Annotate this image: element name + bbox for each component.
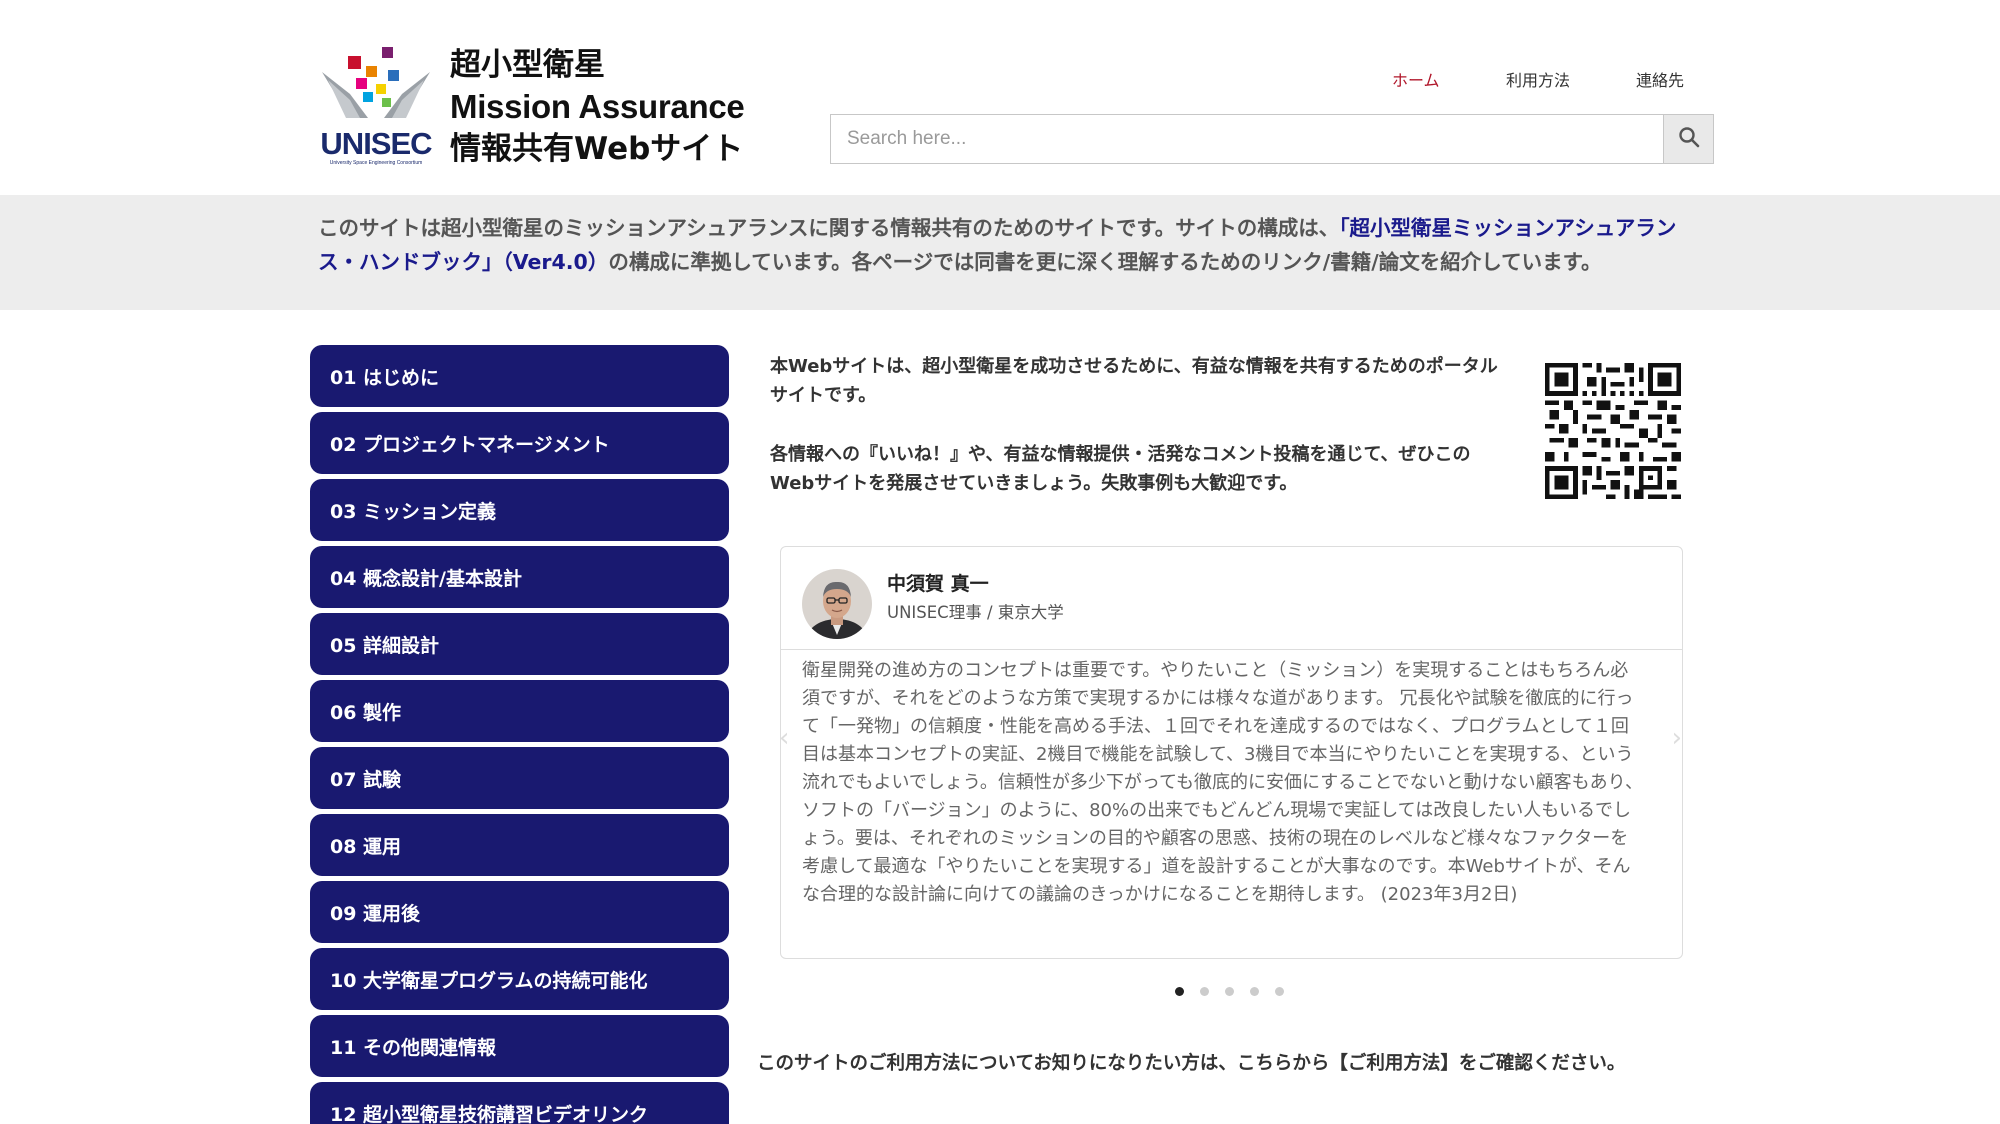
nav-usage-link[interactable]: 利用方法 (1506, 68, 1570, 94)
author-name: 中須賀 真一 (887, 573, 989, 595)
site-header: UNISEC University Space Engineering Cons… (0, 0, 2000, 195)
carousel-dots (1175, 987, 1284, 996)
sidebar-item-04[interactable]: 04 概念設計/基本設計 (310, 546, 729, 608)
intro-band-text-before: このサイトは超小型衛星のミッションアシュアランスに関する情報共有のためのサイトで… (318, 216, 1340, 240)
nav-contact-link[interactable]: 連絡先 (1636, 68, 1684, 94)
sidebar-item-12[interactable]: 12 超小型衛星技術講習ビデオリンク (310, 1082, 729, 1124)
intro-paragraph-1: 本Webサイトは、超小型衛星を成功させるために、有益な情報を共有するためのポータ… (770, 356, 1498, 406)
intro-paragraph-2: 各情報への『いいね！』や、有益な情報提供・活発なコメント投稿を通じて、ぜひこのW… (770, 444, 1471, 494)
logo-text: UNISEC (320, 126, 432, 161)
search-button[interactable] (1663, 115, 1713, 163)
avatar (802, 569, 872, 639)
carousel-dot-3[interactable] (1225, 987, 1234, 996)
carousel-dot-5[interactable] (1275, 987, 1284, 996)
search-icon (1677, 125, 1701, 153)
sidebar-item-05[interactable]: 05 詳細設計 (310, 613, 729, 675)
site-title-line3: 情報共有Webサイト (450, 131, 744, 167)
sidebar-item-09[interactable]: 09 運用後 (310, 881, 729, 943)
intro-band-text-after: の構成に準拠しています。各ページでは同書を更に深く理解するためのリンク/書籍/論… (608, 250, 1602, 274)
chevron-left-icon[interactable]: ‹ (779, 723, 789, 753)
intro-band-text: このサイトは超小型衛星のミッションアシュアランスに関する情報共有のためのサイトで… (318, 211, 1688, 279)
sidebar-item-11[interactable]: 11 その他関連情報 (310, 1015, 729, 1077)
sidebar-item-10[interactable]: 10 大学衛星プログラムの持続可能化 (310, 948, 729, 1010)
testimonial-header: 中須賀 真一 UNISEC理事 / 東京大学 (781, 547, 1682, 650)
search-bar (830, 114, 1714, 164)
chevron-right-icon[interactable]: › (1672, 723, 1682, 753)
carousel-dot-4[interactable] (1250, 987, 1259, 996)
testimonial-card: 中須賀 真一 UNISEC理事 / 東京大学 衛星開発の進め方のコンセプトは重要… (779, 546, 1683, 959)
testimonial-text: 衛星開発の進め方のコンセプトは重要です。やりたいこと（ミッション）を実現すること… (802, 660, 1643, 905)
sidebar-item-03[interactable]: 03 ミッション定義 (310, 479, 729, 541)
unisec-logo[interactable]: UNISEC University Space Engineering Cons… (320, 44, 433, 168)
carousel-dot-1[interactable] (1175, 987, 1184, 996)
sidebar-item-07[interactable]: 07 試験 (310, 747, 729, 809)
usage-footnote[interactable]: このサイトのご利用方法についてお知りになりたい方は、こちらから【ご利用方法】をご… (757, 1049, 1625, 1075)
intro-text: 本Webサイトは、超小型衛星を成功させるために、有益な情報を共有するためのポータ… (770, 352, 1505, 498)
sidebar-item-01[interactable]: 01 はじめに (310, 345, 729, 407)
sidebar-item-08[interactable]: 08 運用 (310, 814, 729, 876)
site-title[interactable]: 超小型衛星 Mission Assurance 情報共有Webサイト (450, 44, 790, 170)
sidebar-item-06[interactable]: 06 製作 (310, 680, 729, 742)
qr-code (1545, 363, 1681, 499)
intro-band: このサイトは超小型衛星のミッションアシュアランスに関する情報共有のためのサイトで… (0, 195, 2000, 310)
author-role: UNISEC理事 / 東京大学 (887, 603, 1064, 622)
carousel-dot-2[interactable] (1200, 987, 1209, 996)
chapter-sidebar: 01 はじめに 02 プロジェクトマネージメント 03 ミッション定義 04 概… (310, 345, 729, 1124)
top-navigation: ホーム 利用方法 連絡先 (0, 68, 2000, 94)
sidebar-item-02[interactable]: 02 プロジェクトマネージメント (310, 412, 729, 474)
logo-subtext: University Space Engineering Consortium (329, 160, 423, 166)
search-input[interactable] (831, 115, 1663, 163)
nav-home-link[interactable]: ホーム (1392, 68, 1440, 94)
